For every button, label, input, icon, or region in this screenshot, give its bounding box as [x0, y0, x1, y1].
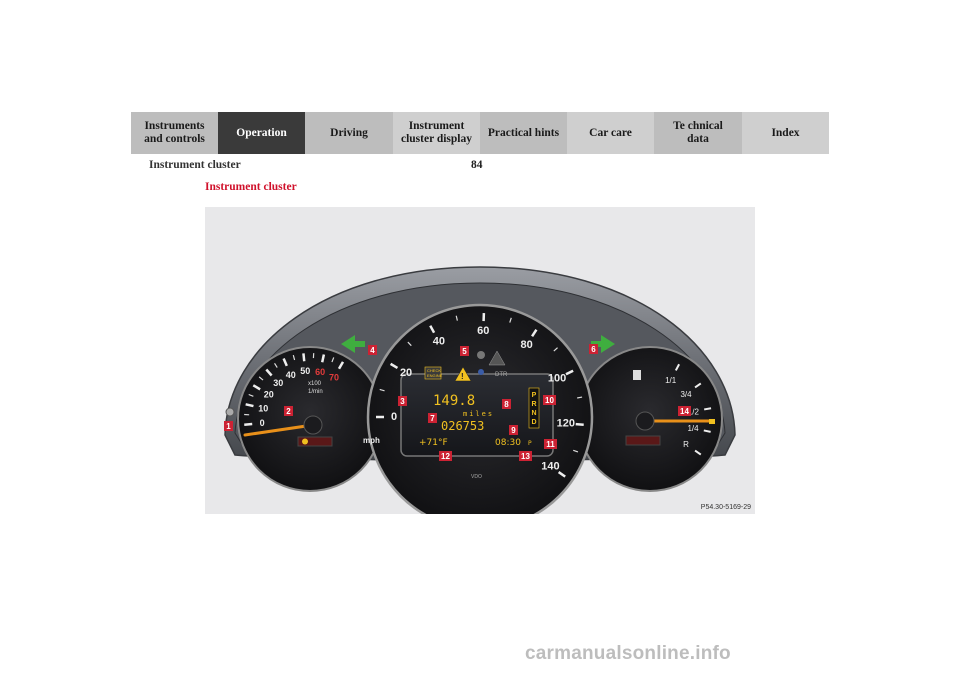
tachometer-tick-label: 30: [273, 378, 283, 388]
speedometer-tick-label: 80: [521, 339, 533, 351]
nav-tab-2[interactable]: Driving: [305, 112, 393, 154]
speedometer-tick-label: 100: [548, 373, 566, 385]
fuel-mark-label: R: [683, 440, 689, 449]
instrument-cluster-illustration: 010203040 50 60700204060801001201401/13/41…: [224, 266, 736, 514]
fuel-mark-label: 3/4: [680, 390, 692, 399]
callout-2: 2: [286, 407, 291, 416]
callout-3: 3: [400, 397, 405, 406]
fuel-mark-label: 1/4: [687, 424, 699, 433]
speedometer-tick-label: 140: [541, 460, 559, 472]
speedometer-tick-label: 0: [391, 411, 397, 423]
check-engine-label-2: ENGINE: [427, 373, 443, 378]
tachometer-unit-x100: x100: [308, 381, 322, 387]
tachometer-tick-label: 70: [329, 372, 339, 382]
tachometer-tick: [245, 403, 254, 408]
nav-tab-5[interactable]: Car care: [567, 112, 654, 154]
callout-10: 10: [545, 396, 554, 405]
callout-5: 5: [462, 347, 467, 356]
tachometer-tick-label: 60: [315, 367, 325, 377]
speedometer-tick-label: 120: [557, 417, 575, 429]
tachometer-tick-label: 10: [258, 403, 268, 413]
page-heading: Instrument cluster: [205, 181, 297, 193]
fuel-pump-icon: [633, 370, 641, 380]
chapter-nav: Instruments and controls Operation Driving…: [131, 112, 829, 154]
fuel-tick: [703, 407, 712, 411]
callout-11: 11: [546, 440, 555, 449]
gear-letter: D: [531, 419, 536, 426]
gear-indicator: PRND: [528, 387, 540, 429]
tachometer-unit-rpm: 1/min: [308, 389, 323, 395]
callout-6: 6: [591, 345, 596, 354]
nav-tab-0[interactable]: Instruments and controls: [131, 112, 218, 154]
brand-mark: VDO: [471, 474, 482, 480]
dtr-label: DTR: [495, 372, 508, 378]
speedometer-tick-label: 60: [477, 325, 489, 337]
gear-letter: P: [532, 392, 537, 399]
fuel-tick: [703, 429, 711, 433]
callout-9: 9: [511, 426, 516, 435]
warning-triangle-mark: !: [461, 372, 464, 381]
tachometer-tick-label: 0: [260, 418, 265, 428]
nav-tab-7[interactable]: Index: [742, 112, 829, 154]
tachometer-tick-label: 40: [286, 370, 296, 380]
gear-letter: R: [531, 401, 536, 408]
gear-letter: N: [531, 410, 536, 417]
indicator-lamp: [477, 351, 485, 359]
callout-1: 1: [226, 422, 231, 431]
speedometer-tick-label: 40: [433, 335, 445, 347]
total-odometer: 026753: [441, 419, 484, 433]
callout-8: 8: [504, 400, 509, 409]
tachometer-tick: [302, 353, 306, 362]
fuel-mark-label: 1/1: [665, 376, 677, 385]
callout-4: 4: [370, 346, 375, 355]
callout-12: 12: [441, 452, 450, 461]
page-number: 84: [471, 159, 483, 171]
callout-14: 14: [680, 407, 689, 416]
clock: 08:30: [495, 438, 521, 448]
tachometer-tick: [244, 422, 253, 426]
nav-tab-6[interactable]: Te chnical data: [654, 112, 742, 154]
fuel-warning-lamps: [625, 435, 661, 446]
tachometer-tick: [320, 354, 326, 363]
nav-tab-3[interactable]: Instrument cluster display: [393, 112, 480, 154]
figure-code: P54.30-5169-29: [700, 504, 751, 511]
speedometer-tick-label: 20: [400, 367, 412, 379]
section-label: Instrument cluster: [149, 159, 241, 171]
callout-7: 7: [430, 414, 435, 423]
nav-tab-1[interactable]: Operation: [218, 112, 305, 154]
distance-unit: miles: [463, 410, 494, 418]
fuel-reserve-lamp: [709, 419, 715, 424]
trip-odometer: 149.8: [433, 393, 475, 409]
high-beam-icon: [478, 369, 484, 375]
reset-knob: [225, 407, 235, 417]
speedometer-unit: mph: [363, 436, 380, 445]
instrument-cluster-figure: 0 10 20 30 40 50 60 70 0 20 40 60 80 100 120 140 1/1 3/4 1…: [205, 207, 755, 514]
outside-temperature: +71°F: [419, 438, 448, 448]
nav-tab-4[interactable]: Practical hints: [480, 112, 567, 154]
clock-suffix: P: [528, 440, 532, 447]
tachometer-tick-label: 20: [264, 389, 274, 399]
tachometer-hub: [303, 415, 323, 435]
tachometer-tick-label: 50: [300, 366, 310, 376]
callout-13: 13: [521, 452, 530, 461]
watermark: carmanualsonline.info: [525, 643, 731, 664]
coolant-lamp: [302, 438, 308, 445]
speedometer-tick: [575, 422, 584, 427]
fuel-gauge-hub: [635, 411, 655, 431]
